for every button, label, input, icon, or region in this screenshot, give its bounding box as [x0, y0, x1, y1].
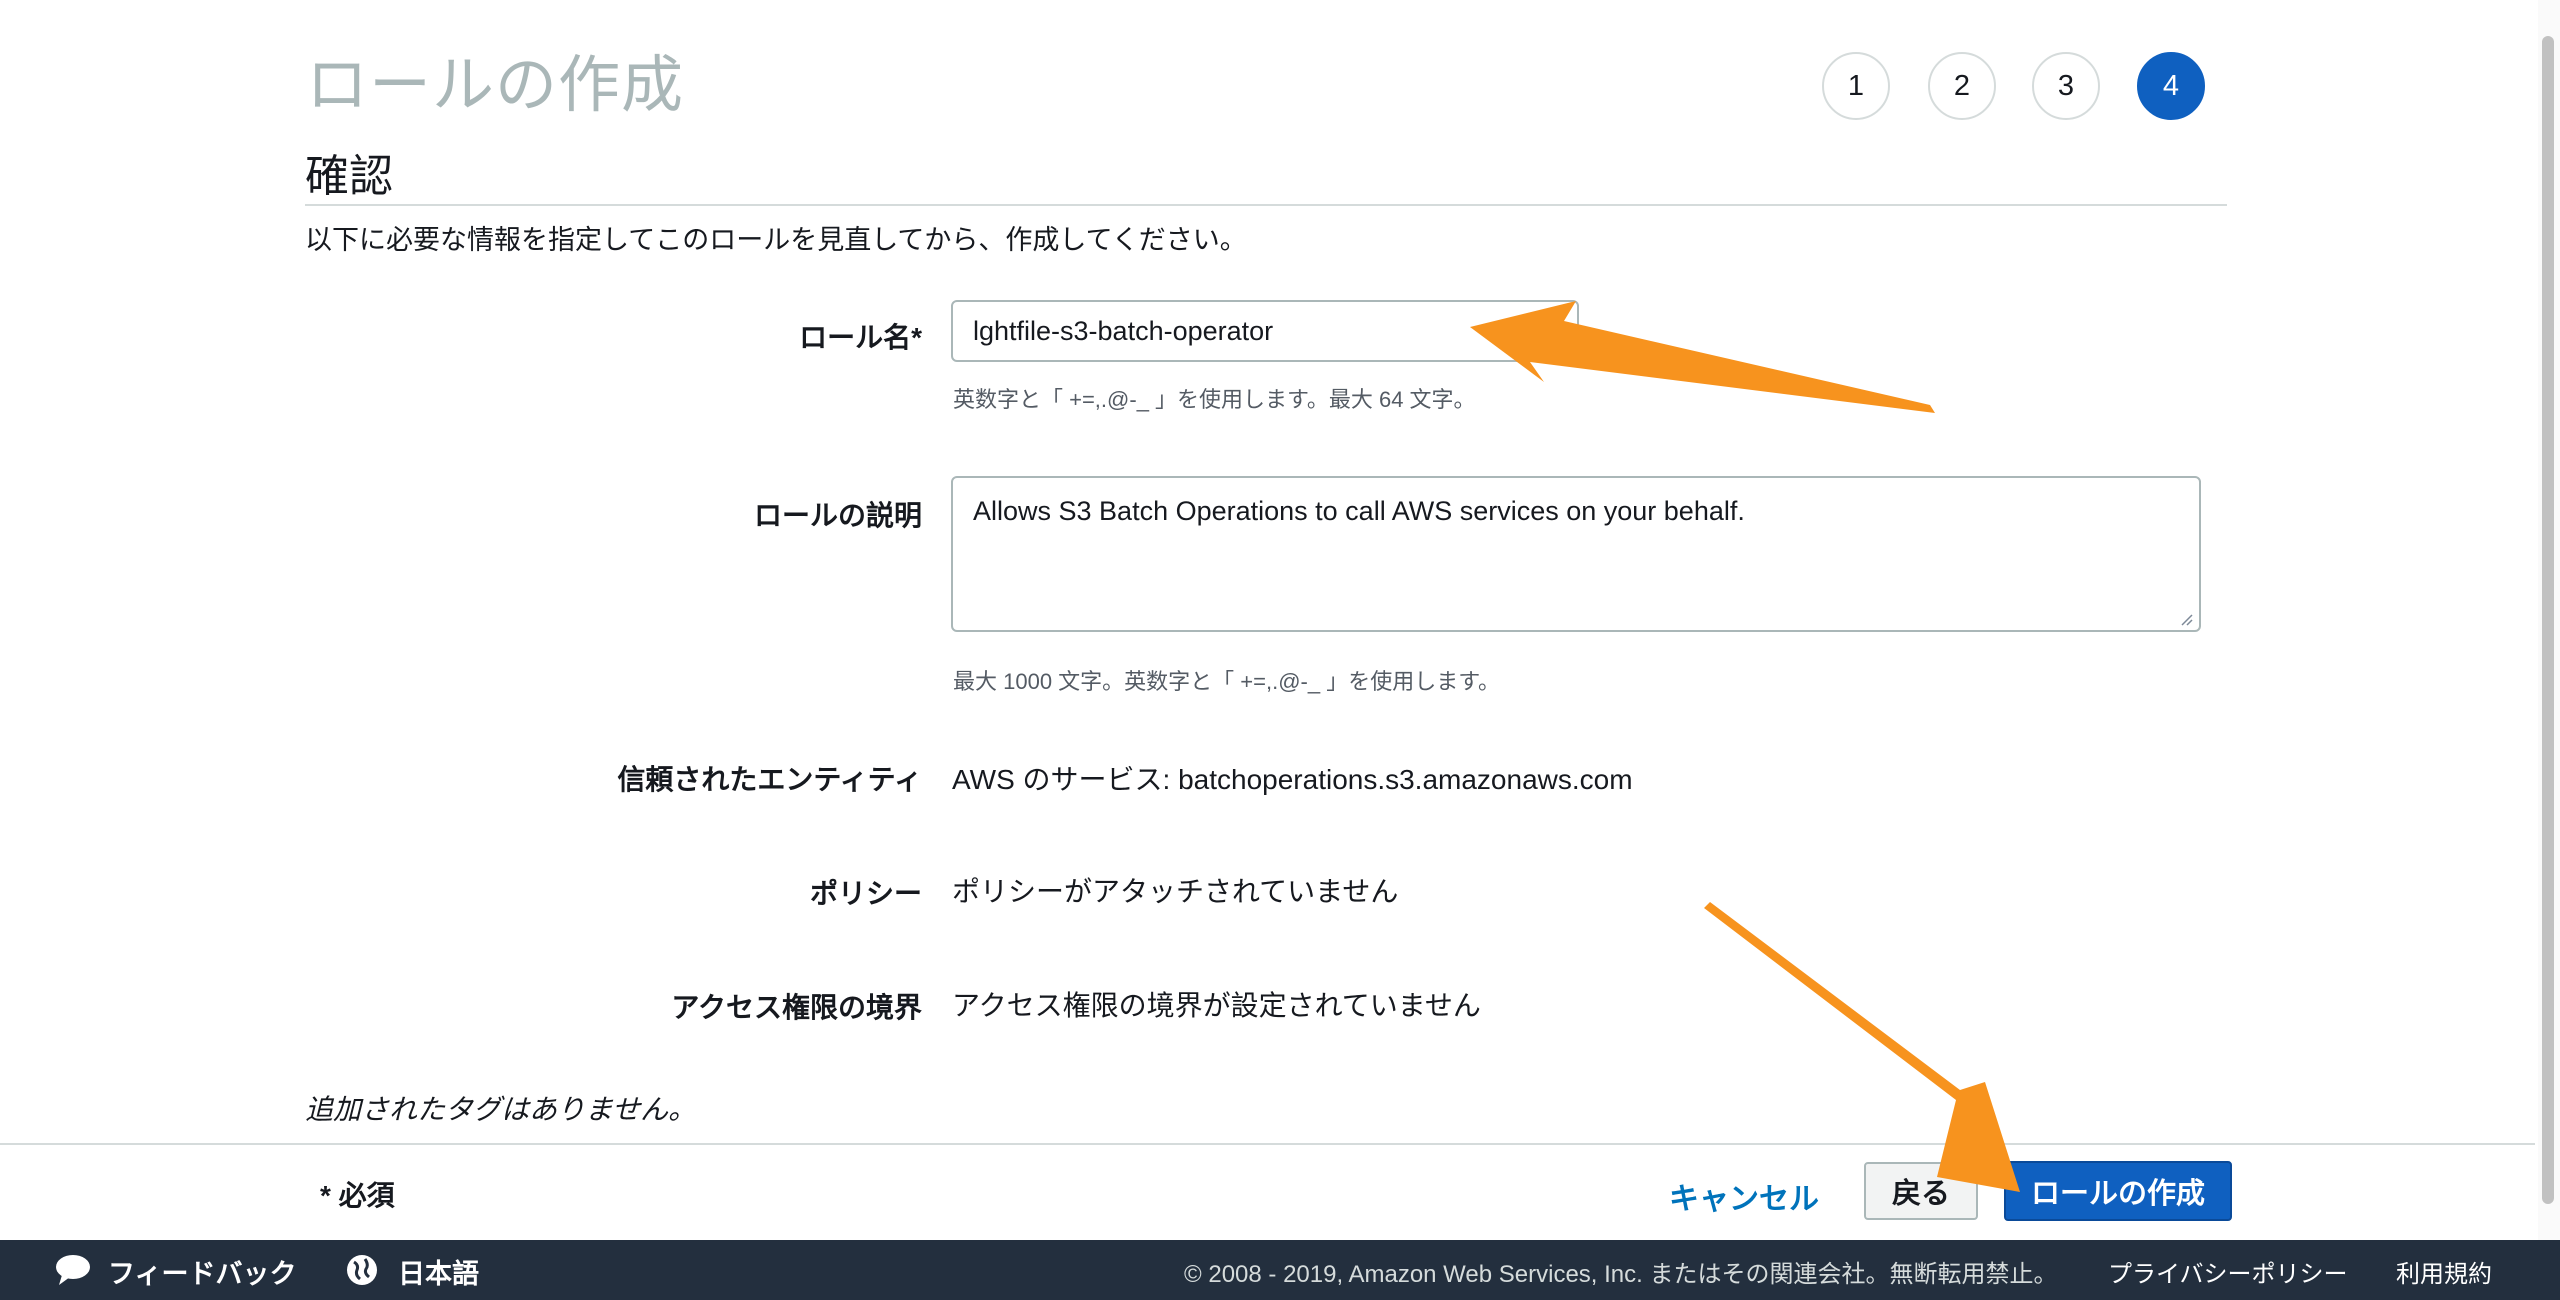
language-selector[interactable]: 日本語	[398, 1252, 479, 1291]
scrollbar-thumb[interactable]	[2542, 36, 2554, 1204]
section-divider	[305, 204, 2227, 206]
privacy-policy-link[interactable]: プライバシーポリシー	[2108, 1254, 2348, 1289]
step-4-active: 4	[2137, 52, 2205, 120]
no-tags-message: 追加されたタグはありません。	[305, 1094, 697, 1125]
trusted-entity-label: 信頼されたエンティティ	[617, 764, 922, 795]
role-description-value: Allows S3 Batch Operations to call AWS s…	[973, 496, 1745, 526]
trusted-entity-value: AWS のサービス: batchoperations.s3.amazonaws.…	[952, 764, 1633, 795]
footer-divider	[0, 1143, 2535, 1145]
resize-handle-icon[interactable]	[2179, 612, 2193, 626]
arrow-annotation-create-button	[1704, 902, 2020, 1192]
role-name-hint: 英数字と「 +=,.@-_ 」を使用します。最大 64 文字。	[953, 387, 1476, 412]
terms-link[interactable]: 利用規約	[2396, 1254, 2492, 1289]
role-description-hint: 最大 1000 文字。英数字と「 +=,.@-_ 」を使用します。	[953, 669, 1501, 694]
intro-text: 以下に必要な情報を指定してこのロールを見直してから、作成してください。	[305, 225, 1247, 255]
copyright-text: © 2008 - 2019, Amazon Web Services, Inc.…	[1184, 1261, 2058, 1288]
role-name-label: ロール名*	[799, 322, 922, 353]
chat-bubble-icon[interactable]	[54, 1253, 92, 1287]
policy-label: ポリシー	[809, 878, 922, 909]
step-1[interactable]: 1	[1822, 52, 1890, 120]
role-name-input[interactable]: lghtfile-s3-batch-operator	[951, 300, 1579, 362]
step-2[interactable]: 2	[1928, 52, 1996, 120]
required-note: * 必須	[320, 1180, 395, 1211]
policy-value: ポリシーがアタッチされていません	[952, 876, 1399, 907]
feedback-link[interactable]: フィードバック	[108, 1252, 296, 1291]
back-button[interactable]: 戻る	[1864, 1162, 1978, 1220]
role-description-label: ロールの説明	[753, 500, 922, 531]
globe-icon[interactable]	[345, 1253, 379, 1287]
cancel-link[interactable]: キャンセル	[1669, 1174, 1819, 1218]
step-3[interactable]: 3	[2032, 52, 2100, 120]
section-title: 確認	[305, 152, 393, 201]
create-role-button[interactable]: ロールの作成	[2004, 1161, 2232, 1221]
role-name-value: lghtfile-s3-batch-operator	[973, 315, 1274, 346]
page-title: ロールの作成	[306, 51, 685, 120]
permissions-boundary-value: アクセス権限の境界が設定されていません	[952, 990, 1481, 1021]
role-description-textarea[interactable]: Allows S3 Batch Operations to call AWS s…	[951, 476, 2201, 632]
permissions-boundary-label: アクセス権限の境界	[671, 992, 922, 1023]
